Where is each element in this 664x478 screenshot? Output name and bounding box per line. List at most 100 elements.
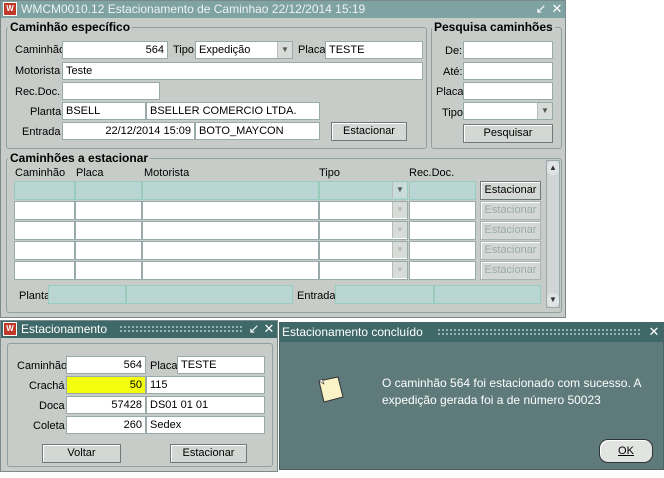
table-row-cell[interactable] [14, 241, 75, 260]
table-row-cell[interactable] [75, 241, 142, 260]
list-entrada-date-field[interactable] [335, 285, 434, 304]
planta-name-field[interactable]: BSELLER COMERCIO LTDA. [146, 102, 320, 120]
search-ate-field[interactable] [463, 62, 553, 80]
chevron-down-icon[interactable]: ▼ [392, 202, 407, 218]
list-group-title: Caminhões a estacionar [8, 151, 151, 165]
table-row-cell[interactable]: ▼ [319, 201, 408, 220]
estacionar-button[interactable]: Estacionar [331, 122, 407, 141]
search-tipo-select[interactable]: ▼ [463, 102, 553, 120]
search-de-label: De: [445, 45, 463, 57]
dlg-caminhao-label: Caminhão [17, 360, 68, 372]
dlg-estacionar-button-label: Estacionar [182, 447, 235, 459]
dlg-doca-desc-field[interactable]: DS01 01 01 [146, 396, 265, 414]
pesquisar-button[interactable]: Pesquisar [463, 124, 553, 143]
estacionamento-dialog: W Estacionamento ↙ ✕ Caminhão 564 Placa … [0, 320, 278, 472]
chevron-down-icon[interactable]: ▼ [392, 242, 407, 258]
estacionar-button-label: Estacionar [343, 125, 395, 137]
row-estacionar-label: Estacionar [484, 224, 537, 236]
search-tipo-label: Tipo [442, 107, 463, 119]
dlg-coleta-field[interactable]: 260 [66, 416, 146, 434]
list-planta-name-field[interactable] [126, 285, 293, 304]
row-estacionar-label: Estacionar [484, 204, 537, 216]
row-estacionar-button[interactable]: Estacionar [480, 201, 541, 220]
ok-button[interactable]: OK [599, 439, 653, 463]
tipo-select[interactable]: Expedição ▼ [195, 41, 293, 59]
estacionamento-titlebar[interactable]: W Estacionamento ↙ ✕ [1, 321, 277, 338]
dlg-caminhao-field[interactable]: 564 [66, 356, 146, 374]
chevron-down-icon[interactable]: ▼ [277, 42, 292, 58]
row-estacionar-label: Estacionar [484, 264, 537, 276]
table-row-cell[interactable] [75, 181, 142, 200]
table-row-cell[interactable] [409, 241, 476, 260]
dlg-coleta-desc-field[interactable]: Sedex [146, 416, 265, 434]
dlg-estacionar-button[interactable]: Estacionar [170, 444, 247, 463]
caminhao-field[interactable]: 564 [62, 41, 168, 59]
entrada-date-field[interactable]: 22/12/2014 15:09 [62, 122, 195, 140]
estacionamento-title: Estacionamento [21, 322, 108, 336]
main-titlebar[interactable]: W WMCM0010.12 Estacionamento de Caminhao… [1, 1, 565, 18]
table-row-cell[interactable] [409, 201, 476, 220]
table-row-cell[interactable] [409, 221, 476, 240]
table-row-cell[interactable] [75, 221, 142, 240]
caminhao-label: Caminhão [15, 44, 66, 56]
table-row-cell[interactable]: ▼ [319, 181, 408, 200]
table-row-cell[interactable] [142, 201, 319, 220]
entrada-user-field[interactable]: BOTO_MAYCON [195, 122, 320, 140]
dlg-doca-field[interactable]: 57428 [66, 396, 146, 414]
minimize-icon[interactable]: ↙ [247, 321, 261, 337]
dlg-cracha-field[interactable]: 50 [66, 376, 146, 394]
chevron-down-icon[interactable]: ▼ [392, 222, 407, 238]
planta-code-field[interactable]: BSELL [62, 102, 146, 120]
table-row-cell[interactable] [14, 221, 75, 240]
chevron-down-icon[interactable]: ▼ [392, 182, 407, 198]
dlg-placa-label: Placa [150, 360, 178, 372]
table-row-cell[interactable] [142, 181, 319, 200]
row-estacionar-button[interactable]: Estacionar [480, 241, 541, 260]
concluido-message: O caminhão 564 foi estacionado com suces… [382, 375, 660, 409]
search-de-field[interactable] [463, 41, 553, 59]
table-row-cell[interactable] [75, 201, 142, 220]
row-estacionar-button[interactable]: Estacionar [480, 181, 541, 200]
chevron-down-icon[interactable]: ▼ [537, 103, 552, 119]
table-row-cell[interactable] [14, 201, 75, 220]
recdoc-field[interactable] [62, 82, 160, 100]
col-header-caminhao: Caminhão [15, 167, 66, 179]
close-icon[interactable]: ✕ [262, 321, 276, 337]
chevron-down-icon[interactable]: ▼ [392, 262, 407, 278]
concluido-titlebar[interactable]: Estacionamento concluído ✕ [280, 323, 663, 342]
placa-field[interactable]: TESTE [325, 41, 423, 59]
close-icon[interactable]: ✕ [550, 1, 564, 17]
table-row-cell[interactable] [14, 181, 75, 200]
close-icon[interactable]: ✕ [647, 324, 661, 340]
table-row-cell[interactable] [409, 181, 476, 200]
concluido-message-line1: O caminhão 564 foi estacionado com suces… [382, 376, 642, 390]
list-planta-code-field[interactable] [48, 285, 126, 304]
row-estacionar-button[interactable]: Estacionar [480, 261, 541, 280]
ok-button-label: OK [618, 445, 634, 457]
dlg-doca-label: Doca [39, 400, 65, 412]
table-row-cell[interactable]: ▼ [319, 221, 408, 240]
row-estacionar-button[interactable]: Estacionar [480, 221, 541, 240]
search-placa-field[interactable] [463, 82, 553, 100]
scroll-up-icon[interactable]: ▲ [547, 161, 559, 175]
app-icon: W [3, 2, 17, 16]
scroll-down-icon[interactable]: ▼ [547, 293, 559, 307]
table-row-cell[interactable] [75, 261, 142, 280]
table-row-cell[interactable]: ▼ [319, 261, 408, 280]
dlg-cracha-desc-field[interactable]: 115 [146, 376, 265, 394]
table-row-cell[interactable] [409, 261, 476, 280]
table-row-cell[interactable] [142, 261, 319, 280]
search-group-title: Pesquisa caminhões [432, 20, 555, 34]
table-row-cell[interactable] [14, 261, 75, 280]
dlg-placa-field[interactable]: TESTE [177, 356, 265, 374]
table-row-cell[interactable]: ▼ [319, 241, 408, 260]
table-row-cell[interactable] [142, 241, 319, 260]
list-scrollbar[interactable]: ▲ ▼ [546, 160, 560, 308]
voltar-button[interactable]: Voltar [42, 444, 121, 463]
list-entrada-user-field[interactable] [434, 285, 541, 304]
table-row-cell[interactable] [142, 221, 319, 240]
minimize-icon[interactable]: ↙ [534, 1, 548, 17]
motorista-field[interactable]: Teste [62, 62, 423, 80]
motorista-label: Motorista [15, 65, 61, 77]
list-planta-label: Planta [19, 290, 51, 302]
